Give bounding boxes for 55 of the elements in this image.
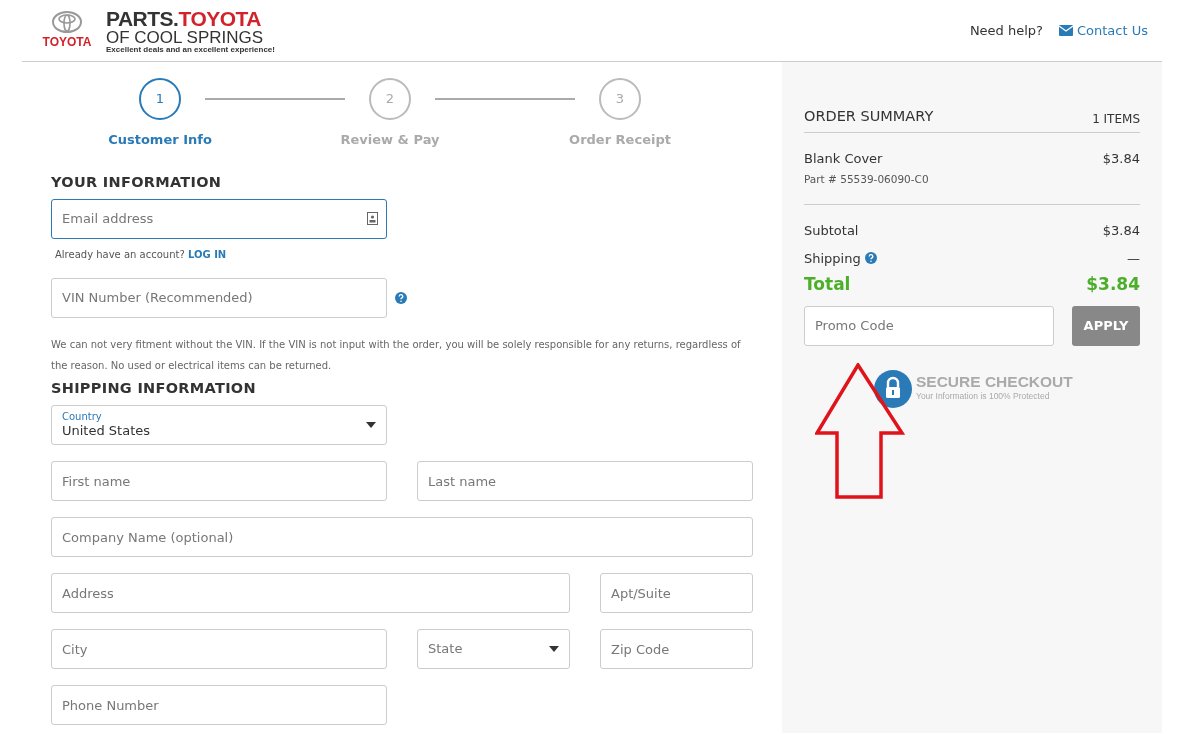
caret-icon <box>549 646 559 653</box>
country-select[interactable]: Country United States <box>51 405 387 446</box>
brand-tagline: Excellent deals and an excellent experience! <box>106 45 275 54</box>
secure-subtitle: Your Information is 100% Protected <box>916 389 1051 403</box>
item-price: $3.84 <box>1102 149 1140 168</box>
subtotal-label: Subtotal <box>804 222 859 240</box>
toyota-emblem-icon <box>52 10 82 33</box>
section-title: SHIPPING INFORMATION <box>51 379 257 398</box>
maker-logo: TOYOTA <box>42 33 92 51</box>
step-label: Customer Info <box>108 131 212 149</box>
total-label: Total <box>804 273 851 296</box>
field-placeholder: State <box>428 641 463 658</box>
total-value: $3.84 <box>1086 273 1140 296</box>
item-count: 1 ITEMS <box>1092 110 1140 128</box>
field-label: Country <box>62 410 103 424</box>
step-label: Order Receipt <box>569 131 671 149</box>
email-field[interactable]: Email address <box>51 198 387 239</box>
help-icon[interactable] <box>395 291 407 304</box>
secure-title: SECURE CHECKOUT <box>916 374 1073 390</box>
login-link[interactable]: LOG IN <box>187 248 227 260</box>
part-number: Part # 55539-06090-C0 <box>804 172 930 188</box>
caret-icon <box>366 422 376 429</box>
input-field[interactable]: Phone Number <box>51 685 387 726</box>
shipping-value: — <box>1127 249 1140 268</box>
summary-title: ORDER SUMMARY <box>804 107 934 126</box>
contact-card-icon <box>367 211 378 225</box>
step-circle[interactable]: 2 <box>369 78 411 120</box>
input-field[interactable]: First name <box>51 461 387 502</box>
section-title: YOUR INFORMATION <box>51 173 223 191</box>
item-name: Blank Cover <box>804 149 883 168</box>
lock-icon <box>874 369 912 408</box>
shipping-label: Shipping <box>804 249 861 268</box>
input-field[interactable]: Last name <box>417 461 753 502</box>
input-field[interactable]: Apt/Suite <box>600 573 753 614</box>
input-field[interactable]: Address <box>51 573 570 614</box>
vin-note: We can not very fitment without the VIN. If the VIN is not input with the order, you will be solely responsible for any returns, regardless of the reason. No used or electrical items can be returned. <box>51 337 742 373</box>
input-field[interactable]: Company Name (optional) <box>51 517 753 558</box>
help-text: Need help? <box>969 21 1043 40</box>
account-text: Already have an account? <box>55 248 186 260</box>
promo-code-field[interactable]: Promo Code <box>804 305 1054 346</box>
step-circle[interactable]: 3 <box>599 78 641 120</box>
brand-logo-subtitle: OF COOL SPRINGS <box>106 28 265 46</box>
mail-icon <box>1059 25 1073 36</box>
field-value: United States <box>62 423 151 440</box>
step-label: Review & Pay <box>340 131 440 149</box>
subtotal-value: $3.84 <box>1102 222 1140 240</box>
help-icon[interactable] <box>864 252 877 265</box>
brand-logo-title: PARTS.TOYOTA <box>106 7 262 29</box>
vin-field[interactable]: VIN Number (Recommended) <box>51 277 387 318</box>
apply-button[interactable]: APPLY <box>1072 305 1140 346</box>
contact-link[interactable]: Contact Us <box>1059 20 1148 41</box>
input-field[interactable]: Zip Code <box>600 629 753 670</box>
input-field[interactable]: City <box>51 629 387 670</box>
step-circle[interactable]: 1 <box>139 78 181 120</box>
state-select[interactable]: State <box>417 629 570 670</box>
